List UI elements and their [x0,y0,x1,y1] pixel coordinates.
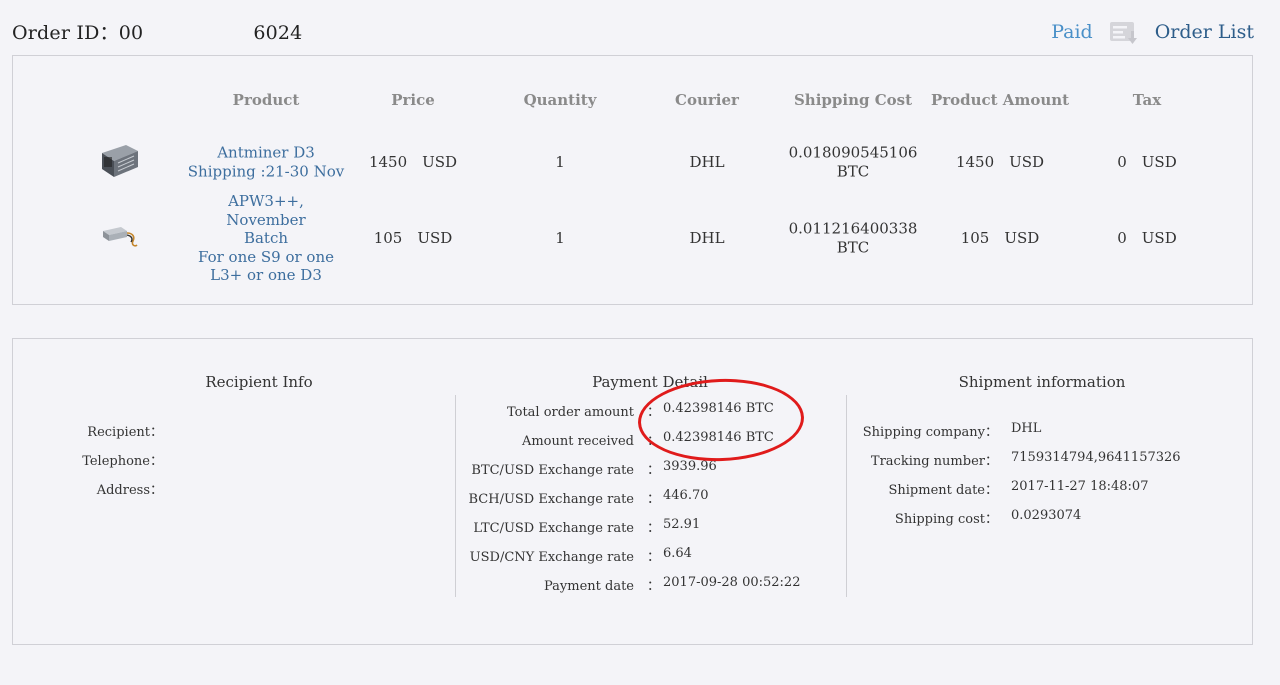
tracking-number-value: 7159314794,9641157326 [1011,450,1181,465]
bch-usd-rate-value: 446.70 [663,488,709,503]
shipping-cost-unit: BTC [836,162,870,180]
order-list-icon[interactable] [1109,19,1141,45]
product-amount-cell: 105 USD [960,228,1040,247]
ltc-usd-rate-value: 52.91 [663,517,701,532]
btc-usd-rate-value: 3939.96 [663,459,717,474]
product-link-apw3[interactable]: APW3++, November Batch For one S9 or one… [191,192,341,285]
shipment-date-label: Shipment date： [888,483,999,498]
payment-date-label: Payment date ： [544,579,660,594]
product-link-antminer-d3[interactable]: Antminer D3 Shipping :21-30 Nov [188,144,344,181]
order-id-label: Order ID：00 [12,22,144,44]
shipping-company-label: Shipping company： [862,425,998,440]
tax-cell: 0 USD [1117,228,1177,247]
quantity-cell: 1 [555,228,565,247]
amount-received-value: 0.42398146 BTC [663,430,774,445]
order-id-value: 6024 [253,22,303,44]
product-amount-cell: 1450 USD [955,152,1045,171]
column-divider [846,395,847,597]
price-cell: 105 USD [373,228,453,247]
header-actions: Paid Order List [1051,19,1254,45]
shipping-cost-label: Shipping cost： [894,512,998,527]
antminer-image[interactable] [96,139,142,185]
courier-cell: DHL [689,152,725,171]
column-header-price: Price [391,91,435,109]
products-panel: Product Price Quantity Courier Shipping … [12,55,1253,305]
usd-cny-rate-value: 6.64 [663,546,692,561]
address-label: Address： [96,483,163,498]
product-name-cont: Batch [243,228,289,247]
column-header-product: Product [232,91,300,109]
order-id: Order ID：00 6024 [12,18,302,45]
amount-received-label: Amount received ： [521,434,660,449]
price-cell: 1450 USD [368,152,458,171]
total-order-amount-value: 0.42398146 BTC [663,401,774,416]
product-name: Antminer D3 [217,143,315,162]
shipping-cost-cell: 0.018090545106 BTC [789,144,918,181]
shipment-date-value: 2017-11-27 18:48:07 [1011,479,1149,494]
recipient-label: Recipient： [87,425,163,440]
column-header-product-amount: Product Amount [930,91,1070,109]
order-info-panel: Recipient Info Payment Detail Shipment i… [12,338,1253,645]
column-header-courier: Courier [675,91,739,109]
telephone-label: Telephone： [82,454,163,469]
order-list-link[interactable]: Order List [1155,21,1254,43]
paid-status-link[interactable]: Paid [1051,21,1093,43]
column-divider [455,395,456,597]
product-note-cont: L3+ or one D3 [210,265,322,284]
shipping-cost-amount: 0.018090545106 [788,143,918,162]
usd-cny-rate-label: USD/CNY Exchange rate ： [469,550,660,565]
product-note: Shipping :21-30 Nov [187,162,345,180]
tax-cell: 0 USD [1117,152,1177,171]
ltc-usd-rate-label: LTC/USD Exchange rate ： [473,521,660,536]
quantity-cell: 1 [555,152,565,171]
product-name: APW3++, November [226,191,306,229]
shipment-info-title: Shipment information [958,373,1126,391]
courier-cell: DHL [689,228,725,247]
total-order-amount-label: Total order amount ： [506,405,660,420]
btc-usd-rate-label: BTC/USD Exchange rate ： [471,463,660,478]
recipient-info-title: Recipient Info [205,373,313,391]
payment-detail-title: Payment Detail [592,373,708,391]
shipping-company-value: DHL [1011,421,1042,436]
tracking-number-label: Tracking number： [870,454,998,469]
product-note: For one S9 or one [197,247,335,266]
shipping-cost-amount: 0.011216400338 [788,219,918,238]
shipping-cost-cell: 0.011216400338 BTC [789,220,918,257]
column-header-tax: Tax [1132,91,1162,109]
column-header-shipping-cost: Shipping Cost [793,91,913,109]
bch-usd-rate-label: BCH/USD Exchange rate ： [468,492,660,507]
shipping-cost-unit: BTC [836,238,870,256]
column-header-quantity: Quantity [523,91,597,109]
payment-date-value: 2017-09-28 00:52:22 [663,575,801,590]
power-supply-image[interactable] [99,223,139,253]
shipping-cost-value: 0.0293074 [1011,508,1082,523]
